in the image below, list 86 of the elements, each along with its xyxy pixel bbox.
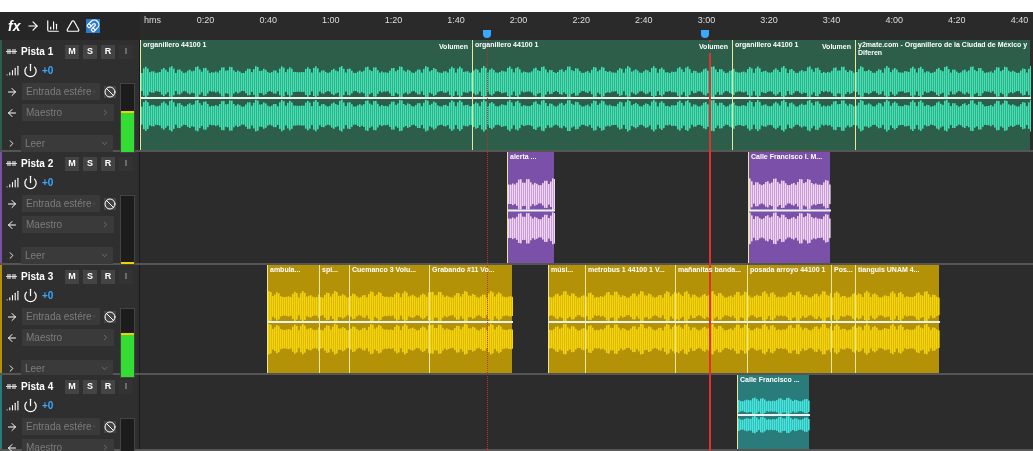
track-toggle-button[interactable]: I xyxy=(119,379,133,394)
volume-value[interactable]: +0 xyxy=(42,398,54,413)
phase-icon[interactable] xyxy=(104,85,116,98)
output-arrow-icon xyxy=(6,331,18,344)
track-toggle-button[interactable]: M xyxy=(65,156,79,171)
ruler-label: 0:40 xyxy=(259,14,277,27)
ruler-label: 4:40 xyxy=(1010,14,1029,27)
track-toggle-button[interactable]: M xyxy=(65,379,79,394)
phase-icon[interactable] xyxy=(104,197,116,210)
volume-icon xyxy=(6,289,19,302)
output-select[interactable]: Maestro xyxy=(22,329,114,346)
chevron-icon xyxy=(100,139,109,148)
fx-label[interactable]: fx xyxy=(8,15,21,37)
magnet-icon[interactable] xyxy=(86,19,101,33)
track-toggle-button[interactable]: M xyxy=(65,269,79,284)
automation-select[interactable]: Leer xyxy=(21,247,113,264)
output-select[interactable]: Maestro xyxy=(22,216,114,233)
input-select[interactable]: Entrada estére xyxy=(22,195,100,212)
knob-icon[interactable] xyxy=(23,175,38,190)
chevron-icon xyxy=(101,220,110,229)
knob-icon[interactable] xyxy=(23,63,38,78)
ruler-label: 3:20 xyxy=(760,14,778,27)
output-arrow-icon xyxy=(6,441,18,451)
knob-icon[interactable] xyxy=(23,288,38,303)
automation-select[interactable]: Leer xyxy=(21,135,113,152)
ruler-label: 4:20 xyxy=(948,14,966,27)
track-toggle-button[interactable]: M xyxy=(65,44,79,59)
move-handle-icon[interactable] xyxy=(6,383,17,390)
track-toggle-button[interactable]: I xyxy=(119,44,133,59)
input-arrow-icon xyxy=(6,85,18,98)
track-toggle-button[interactable]: R xyxy=(101,156,115,171)
ruler-label: 3:40 xyxy=(822,14,841,27)
input-select[interactable]: Entrada estére xyxy=(22,418,100,435)
track-toggle-button[interactable]: S xyxy=(83,379,97,394)
volume-value[interactable]: +0 xyxy=(42,288,54,303)
track-toggle-button[interactable]: S xyxy=(83,269,97,284)
input-arrow-icon xyxy=(6,310,18,323)
bar-chart-icon[interactable] xyxy=(46,19,61,33)
volume-icon xyxy=(6,64,19,77)
volume-icon xyxy=(6,176,19,189)
ruler-label: 1:20 xyxy=(384,14,403,27)
track-toggle-button[interactable]: S xyxy=(83,44,97,59)
track-name: Pista 1 xyxy=(21,45,55,59)
move-handle-icon[interactable] xyxy=(6,48,17,55)
output-arrow-icon xyxy=(6,106,18,119)
ruler-label: 1:00 xyxy=(322,14,340,27)
input-arrow-icon xyxy=(6,197,18,210)
track-toggle-button[interactable]: R xyxy=(101,44,115,59)
input-select[interactable]: Entrada estére xyxy=(22,308,100,325)
ruler-label: 2:00 xyxy=(509,14,528,27)
chevron-icon xyxy=(100,251,109,260)
track-toggle-button[interactable]: S xyxy=(83,156,97,171)
phase-icon[interactable] xyxy=(104,420,116,433)
chevron-icon xyxy=(101,108,110,117)
ruler-label: 1:40 xyxy=(447,14,465,27)
move-handle-icon[interactable] xyxy=(6,273,17,280)
track-name: Pista 4 xyxy=(21,380,55,394)
volume-icon xyxy=(6,399,19,412)
marker-icon[interactable] xyxy=(483,30,491,38)
track-name: Pista 3 xyxy=(21,270,55,284)
ruler-label: 2:40 xyxy=(635,14,653,27)
chevron-icon xyxy=(100,364,109,373)
output-select[interactable]: Maestro xyxy=(22,439,114,451)
track-toggle-button[interactable]: I xyxy=(119,269,133,284)
playhead-marker-icon[interactable] xyxy=(701,30,709,38)
chevron-icon xyxy=(101,333,110,342)
track-name: Pista 2 xyxy=(21,157,55,171)
output-arrow-icon xyxy=(6,218,18,231)
output-select[interactable]: Maestro xyxy=(22,104,114,121)
volume-value[interactable]: +0 xyxy=(42,63,54,78)
track-toggle-button[interactable]: R xyxy=(101,379,115,394)
ruler-label: 0:20 xyxy=(196,14,215,27)
ruler-unit: hms xyxy=(144,14,161,27)
expand-icon[interactable] xyxy=(6,250,17,261)
track-toggle-button[interactable]: I xyxy=(119,156,133,171)
ruler-label: 4:00 xyxy=(885,14,903,27)
ruler-label: 3:00 xyxy=(697,14,716,27)
input-select[interactable]: Entrada estére xyxy=(22,83,100,100)
move-handle-icon[interactable] xyxy=(6,160,17,167)
knob-icon[interactable] xyxy=(23,398,38,413)
phase-icon[interactable] xyxy=(104,310,116,323)
ruler-label: 2:20 xyxy=(572,14,590,27)
input-arrow-icon xyxy=(6,420,18,433)
chevron-icon xyxy=(101,443,110,451)
volume-value[interactable]: +0 xyxy=(42,175,54,190)
track-toggle-button[interactable]: R xyxy=(101,269,115,284)
